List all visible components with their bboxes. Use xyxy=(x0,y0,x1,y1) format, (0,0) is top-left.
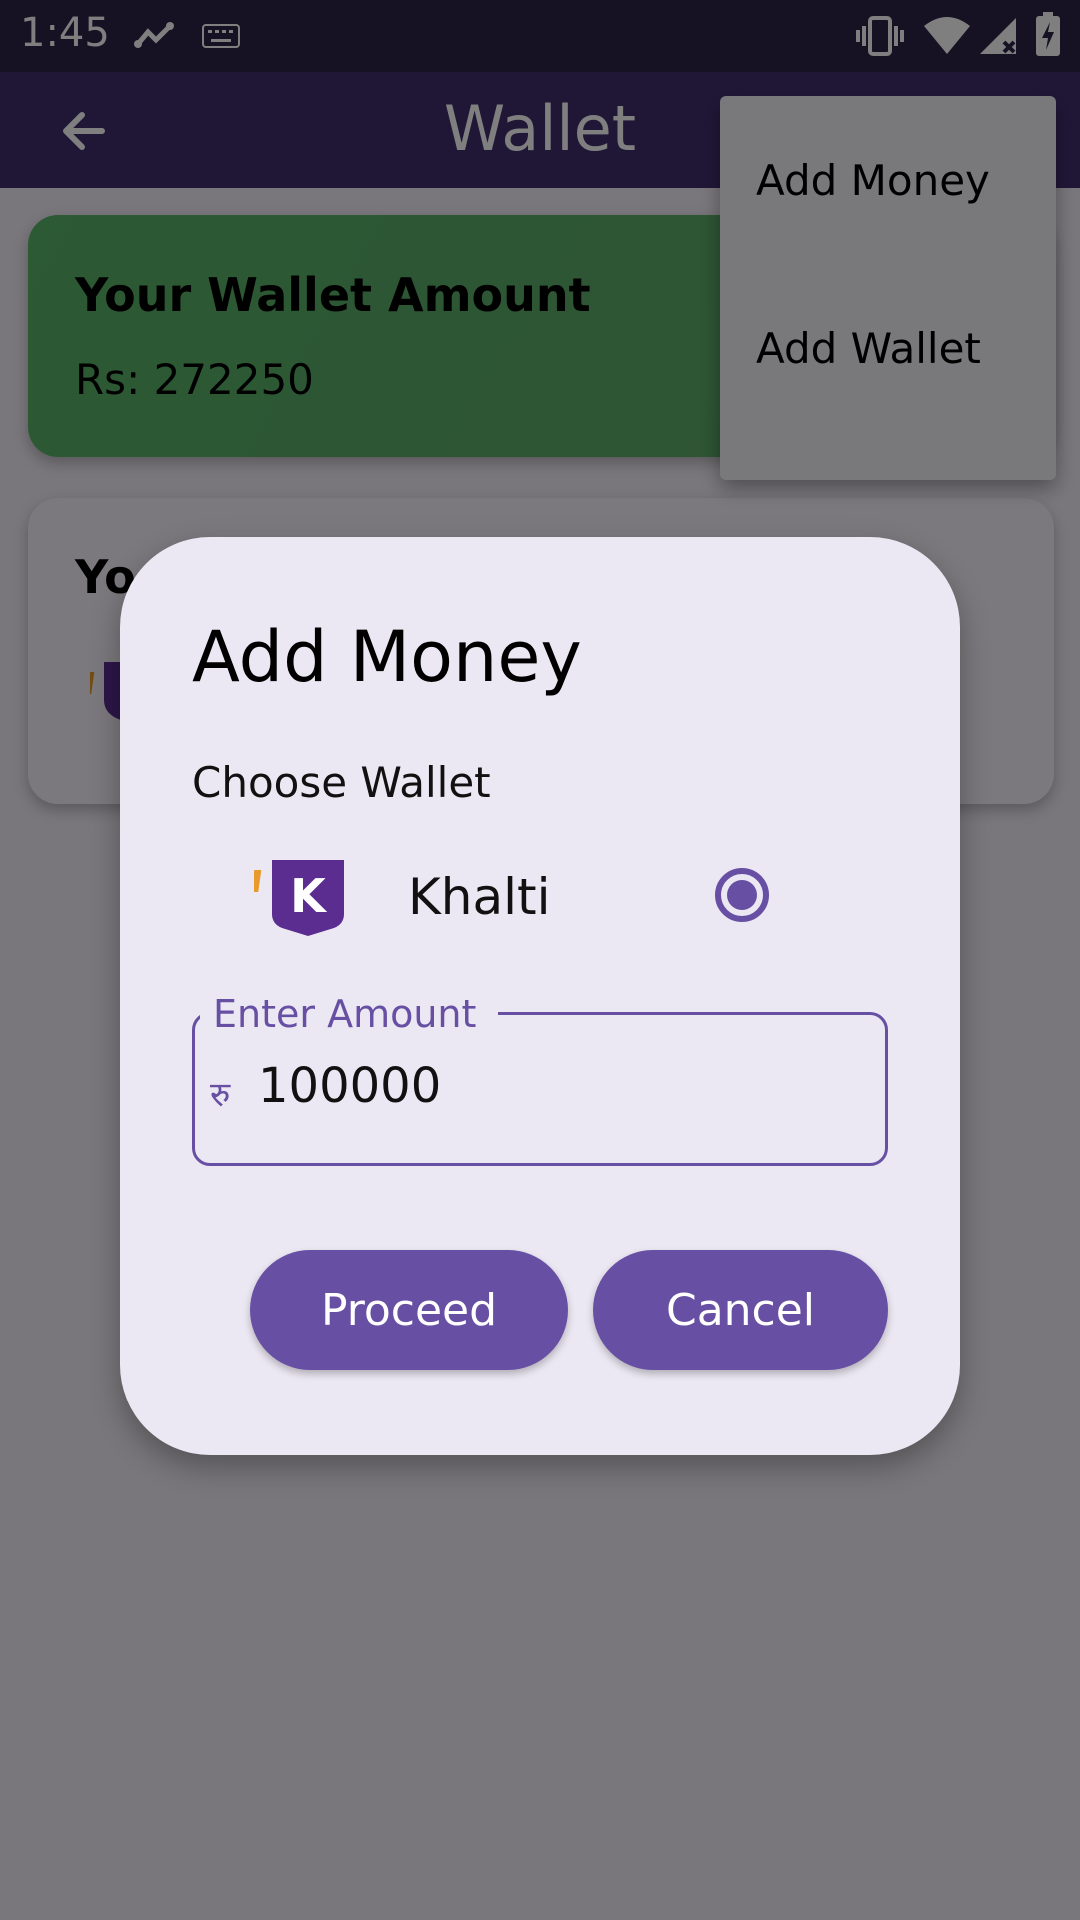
amount-label: Enter Amount xyxy=(213,992,477,1036)
dialog-title: Add Money xyxy=(192,616,582,698)
cancel-button[interactable]: Cancel xyxy=(593,1250,888,1370)
overflow-menu: Add Money Add Wallet xyxy=(720,96,1056,480)
wallet-name: Khalti xyxy=(408,868,551,926)
proceed-button[interactable]: Proceed xyxy=(250,1250,568,1370)
wallet-radio-selected-dot xyxy=(727,880,757,910)
currency-icon: रु xyxy=(210,1075,231,1115)
menu-item-add-wallet[interactable]: Add Wallet xyxy=(720,264,1056,432)
khalti-logo-icon: K xyxy=(254,860,344,936)
menu-item-add-money[interactable]: Add Money xyxy=(720,96,1056,264)
amount-value[interactable]: 100000 xyxy=(258,1058,441,1114)
khalti-logo-letter: K xyxy=(290,869,328,923)
choose-wallet-label: Choose Wallet xyxy=(192,758,491,807)
